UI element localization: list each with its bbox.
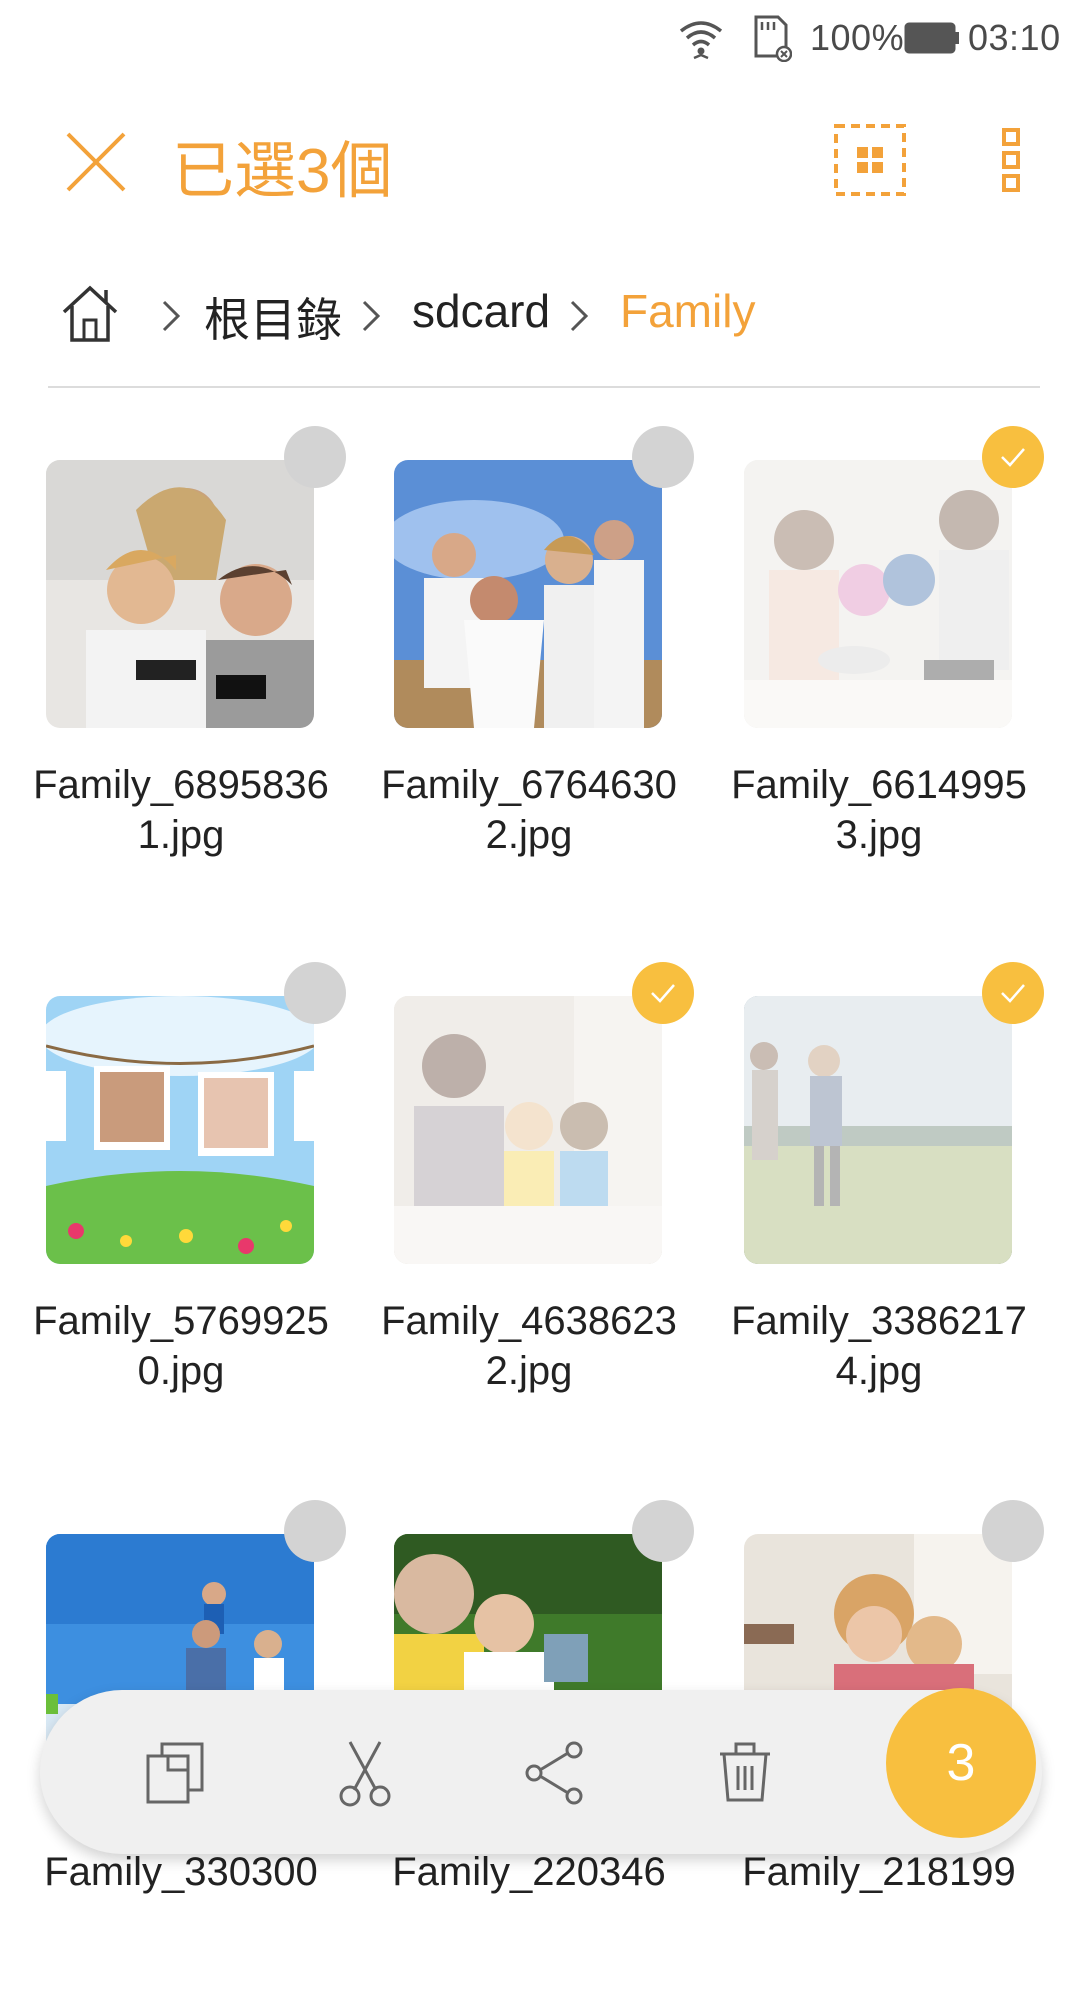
status-bar: 100% 03:10 — [0, 0, 1080, 76]
sdcard-icon — [752, 14, 792, 62]
close-icon[interactable] — [60, 126, 132, 198]
file-name: Family_218199 — [742, 1850, 1016, 1894]
battery-icon — [904, 14, 960, 62]
photo-thumbnail[interactable] — [46, 996, 314, 1264]
breadcrumb-family[interactable]: Family — [620, 284, 755, 338]
check-icon — [1001, 448, 1025, 467]
photo-thumbnail[interactable] — [394, 996, 662, 1264]
home-icon[interactable] — [58, 282, 122, 346]
selection-check[interactable] — [284, 1500, 346, 1562]
check-icon — [651, 984, 675, 1003]
file-tile[interactable]: Family_57699250.jpg — [33, 956, 346, 1476]
selection-check[interactable] — [982, 962, 1044, 1024]
breadcrumb-root[interactable]: 根目錄 — [204, 284, 342, 350]
file-tile[interactable]: Family_33862174.jpg — [731, 956, 1044, 1476]
action-bar: 3 — [40, 1688, 1042, 1854]
copy-icon[interactable] — [130, 1728, 220, 1818]
file-tile[interactable]: Family_68958361.jpg — [33, 420, 346, 940]
selection-check[interactable] — [982, 426, 1044, 488]
cut-icon[interactable] — [320, 1728, 410, 1818]
wifi-icon — [678, 14, 724, 62]
file-name: Family_57699250.jpg — [33, 1299, 329, 1393]
selection-check[interactable] — [284, 962, 346, 1024]
photo-thumbnail[interactable] — [46, 460, 314, 728]
selection-toolbar: 已選3個 — [0, 90, 1080, 230]
chevron-right-icon — [564, 294, 594, 338]
file-name: Family_33862174.jpg — [731, 1299, 1027, 1393]
selection-check[interactable] — [632, 426, 694, 488]
file-name: Family_67646302.jpg — [381, 763, 677, 857]
select-all-icon[interactable] — [830, 120, 910, 200]
battery-percent: 100% — [810, 17, 905, 58]
photo-thumbnail[interactable] — [744, 460, 1012, 728]
selection-count-badge[interactable]: 3 — [886, 1688, 1036, 1838]
file-name: Family_46386232.jpg — [381, 1299, 677, 1393]
bottom-file-names: Family_330300 Family_220346 Family_21819… — [0, 1850, 1080, 1920]
check-icon — [1001, 984, 1025, 1003]
breadcrumb-sdcard[interactable]: sdcard — [412, 284, 550, 338]
breadcrumb: 根目錄 sdcard Family — [0, 270, 1080, 360]
clock: 03:10 — [968, 17, 1061, 58]
selection-check[interactable] — [982, 1500, 1044, 1562]
delete-icon[interactable] — [700, 1728, 790, 1818]
chevron-right-icon — [156, 294, 186, 338]
share-icon[interactable] — [510, 1728, 600, 1818]
selection-check[interactable] — [632, 962, 694, 1024]
photo-thumbnail[interactable] — [394, 460, 662, 728]
photo-thumbnail[interactable] — [744, 996, 1012, 1264]
selection-check[interactable] — [284, 426, 346, 488]
file-name: Family_330300 — [44, 1850, 318, 1894]
file-tile[interactable]: Family_67646302.jpg — [381, 420, 694, 940]
file-name: Family_68958361.jpg — [33, 763, 329, 857]
selection-check[interactable] — [632, 1500, 694, 1562]
chevron-right-icon — [356, 294, 386, 338]
selection-count-title: 已選3個 — [172, 137, 393, 206]
file-name: Family_66149953.jpg — [731, 763, 1027, 857]
more-icon[interactable] — [988, 120, 1036, 200]
file-tile[interactable]: Family_66149953.jpg — [731, 420, 1044, 940]
file-tile[interactable]: Family_46386232.jpg — [381, 956, 694, 1476]
file-name: Family_220346 — [392, 1850, 666, 1894]
divider — [48, 386, 1040, 388]
